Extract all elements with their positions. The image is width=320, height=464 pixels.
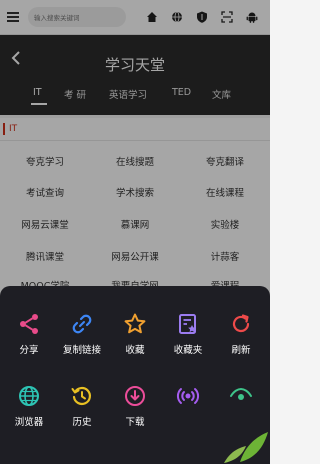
download-label: 下载 — [125, 417, 145, 428]
broadcast-icon — [176, 384, 200, 408]
favorites-folder-button[interactable]: 收藏夹 — [161, 312, 215, 356]
favorite-button[interactable]: 收藏 — [108, 312, 162, 356]
share-icon — [17, 312, 41, 336]
action-sheet: 分享 复制链接 收藏 收藏夹 刷新 浏览器 历史 下载 — [0, 286, 270, 464]
eye-icon — [229, 384, 253, 408]
history-icon — [70, 384, 94, 408]
copy-link-label: 复制链接 — [62, 345, 101, 356]
refresh-icon — [229, 312, 253, 336]
download-icon — [123, 384, 147, 408]
eye-mode-button[interactable] — [214, 384, 268, 414]
link-icon — [70, 312, 94, 336]
browser-button[interactable]: 浏览器 — [2, 384, 56, 428]
history-button[interactable]: 历史 — [55, 384, 109, 428]
star-icon — [123, 312, 147, 336]
favorite-label: 收藏 — [125, 345, 145, 356]
favorites-folder-icon — [176, 312, 200, 336]
refresh-button[interactable]: 刷新 — [214, 312, 268, 356]
download-button[interactable]: 下载 — [108, 384, 162, 428]
copy-link-button[interactable]: 复制链接 — [55, 312, 109, 356]
broadcast-button[interactable] — [161, 384, 215, 414]
browser-globe-icon — [17, 384, 41, 408]
share-label: 分享 — [19, 345, 39, 356]
watermark-leaf-icon — [224, 432, 268, 463]
history-label: 历史 — [72, 417, 92, 428]
share-button[interactable]: 分享 — [2, 312, 56, 356]
refresh-label: 刷新 — [231, 345, 251, 356]
browser-label: 浏览器 — [14, 417, 44, 428]
favorites-folder-label: 收藏夹 — [173, 345, 203, 356]
